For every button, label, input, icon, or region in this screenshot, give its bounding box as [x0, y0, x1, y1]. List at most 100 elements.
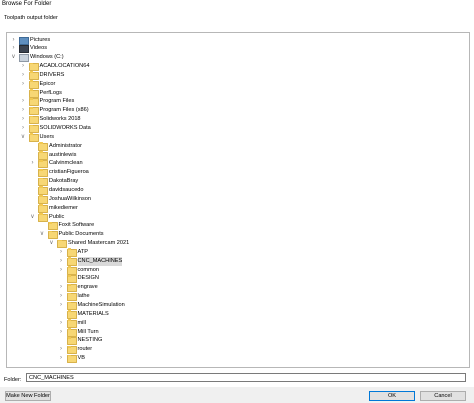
chevron-right-icon[interactable]: › — [20, 115, 27, 124]
tree-item[interactable]: › Mill Turn — [7, 328, 467, 337]
chevron-right-icon[interactable]: › — [20, 97, 27, 106]
tree-item-label: Calvinmclean — [49, 160, 83, 167]
chevron-right-icon[interactable]: › — [58, 283, 65, 292]
tree-item-label: lathe — [77, 293, 90, 300]
tree-item-label: MachineSimulation — [77, 302, 125, 308]
tree-item[interactable]: › MachineSimulation — [7, 301, 467, 310]
chevron-right-icon[interactable]: › — [20, 80, 27, 89]
tree-item[interactable]: Administrator — [7, 142, 467, 151]
tree-item[interactable]: › SOLIDWORKS Data — [7, 124, 467, 133]
chevron-right-icon[interactable]: › — [58, 301, 65, 310]
folder-icon — [28, 71, 39, 80]
folder-icon — [57, 239, 67, 249]
folder-icon — [28, 62, 39, 72]
chevron-right-icon[interactable]: › — [20, 106, 27, 115]
chevron-down-icon[interactable]: ∨ — [39, 230, 46, 239]
chevron-down-icon[interactable]: ∨ — [48, 239, 55, 248]
tree-item-label: PerfLogs — [39, 89, 62, 96]
chevron-right-icon[interactable]: › — [58, 345, 65, 354]
tree-item[interactable]: › VB — [7, 354, 467, 364]
folder-icon — [28, 115, 39, 125]
chevron-down-icon[interactable]: ∨ — [10, 53, 17, 62]
folder-icon — [28, 89, 39, 98]
chevron-right-icon[interactable]: › — [58, 354, 65, 363]
tree-item[interactable]: ∨ Public — [7, 213, 467, 222]
tree-item[interactable]: › mill — [7, 319, 467, 328]
tree-item-label: Administrator — [49, 142, 82, 149]
tree-item[interactable]: › CNC_MACHINES — [7, 256, 467, 266]
tree-item[interactable]: NESTING — [7, 336, 467, 346]
folder-icon — [66, 283, 77, 293]
tree-item[interactable]: DakotaBray — [7, 177, 467, 187]
folder-icon — [38, 168, 48, 178]
pictures-icon — [19, 36, 29, 45]
folder-input[interactable]: CNC_MACHINES — [26, 373, 466, 382]
chevron-down-icon[interactable]: ∨ — [20, 133, 27, 142]
tree-item[interactable]: Foxit Software — [7, 221, 467, 231]
tree-item[interactable]: › DRIVERS — [7, 71, 467, 80]
tree-item-label: MATERIALS — [77, 310, 109, 317]
chevron-right-icon[interactable]: › — [58, 328, 65, 337]
chevron-right-icon[interactable]: › — [58, 248, 65, 257]
tree-item[interactable]: › Epicor — [7, 80, 467, 89]
tree-item-label: mikediemer — [49, 204, 78, 211]
tree-item[interactable]: davidsaucedo — [7, 186, 467, 195]
tree-item[interactable]: mikediemer — [7, 204, 467, 213]
ok-button[interactable]: OK — [369, 391, 415, 401]
tree-item[interactable]: austinlewis — [7, 151, 467, 160]
tree-item[interactable]: › lathe — [7, 292, 467, 302]
tree-item-label: austinlewis — [49, 151, 77, 158]
tree-item[interactable]: PerfLogs — [7, 89, 467, 98]
make-new-folder-button[interactable]: Make New Folder — [5, 391, 51, 401]
tree-item-label: Public — [49, 213, 65, 220]
tree-item[interactable]: › ACADLOCATION64 — [7, 62, 467, 72]
tree-item[interactable]: MATERIALS — [7, 310, 467, 319]
folder-icon — [66, 310, 77, 319]
tree-item[interactable]: cristianFigueroa — [7, 168, 467, 178]
tree-item[interactable]: › common — [7, 266, 467, 275]
folder-icon — [66, 257, 77, 266]
chevron-right-icon[interactable]: › — [58, 319, 65, 328]
tree-item[interactable]: › Pictures — [7, 36, 467, 45]
chevron-right-icon[interactable]: › — [58, 292, 65, 301]
folder-icon — [66, 248, 77, 257]
tree-item[interactable]: › ATP — [7, 248, 467, 257]
tree-item[interactable]: › engrave — [7, 283, 467, 293]
tree-item[interactable]: JoshuaWilkinson — [7, 195, 467, 204]
chevron-right-icon[interactable]: › — [10, 36, 17, 45]
chevron-right-icon[interactable]: › — [29, 159, 36, 168]
tree-item[interactable]: ∨ Public Documents — [7, 230, 467, 240]
folder-label: Folder: — [4, 377, 22, 383]
chevron-right-icon[interactable]: › — [10, 44, 17, 53]
tree-item[interactable]: › Calvinmclean — [7, 159, 467, 169]
tree-item[interactable]: › Solidworks 2018 — [7, 115, 467, 125]
chevron-right-icon[interactable]: › — [20, 124, 27, 133]
folder-icon — [66, 319, 77, 328]
chevron-right-icon[interactable]: › — [20, 62, 27, 71]
folder-icon — [66, 274, 77, 284]
chevron-right-icon[interactable]: › — [58, 266, 65, 275]
folder-icon — [28, 106, 39, 116]
drive-icon — [19, 54, 29, 63]
tree-item[interactable]: ∨ Shared Mastercam 2021 — [7, 239, 467, 249]
chevron-right-icon[interactable]: › — [20, 71, 27, 80]
chevron-down-icon[interactable]: ∨ — [29, 213, 36, 222]
folder-tree[interactable]: › Pictures › Videos ∨ Windows (C:) › ACADLOCATI… — [6, 32, 470, 368]
tree-item[interactable]: › Program Files (x86) — [7, 106, 467, 116]
folder-icon — [66, 292, 77, 302]
tree-item[interactable]: ∨ Windows (C:) — [7, 53, 467, 63]
tree-item-label: DRIVERS — [39, 71, 65, 78]
tree-item[interactable]: DESIGN — [7, 274, 467, 284]
title-bar: Browse For Folder — [0, 0, 474, 9]
tree-item[interactable]: › router — [7, 345, 467, 355]
tree-item[interactable]: › Videos — [7, 44, 467, 54]
chevron-right-icon[interactable]: › — [58, 257, 65, 266]
tree-item[interactable]: › Program Files — [7, 97, 467, 107]
folder-icon — [47, 221, 58, 231]
cancel-button[interactable]: Cancel — [420, 391, 466, 401]
tree-item-label: DakotaBray — [49, 178, 79, 185]
folder-icon — [38, 195, 48, 204]
tree-item[interactable]: ∨ Users — [7, 133, 467, 142]
folder-icon — [66, 328, 77, 337]
dialog-description: Toolpath output folder — [4, 15, 58, 21]
